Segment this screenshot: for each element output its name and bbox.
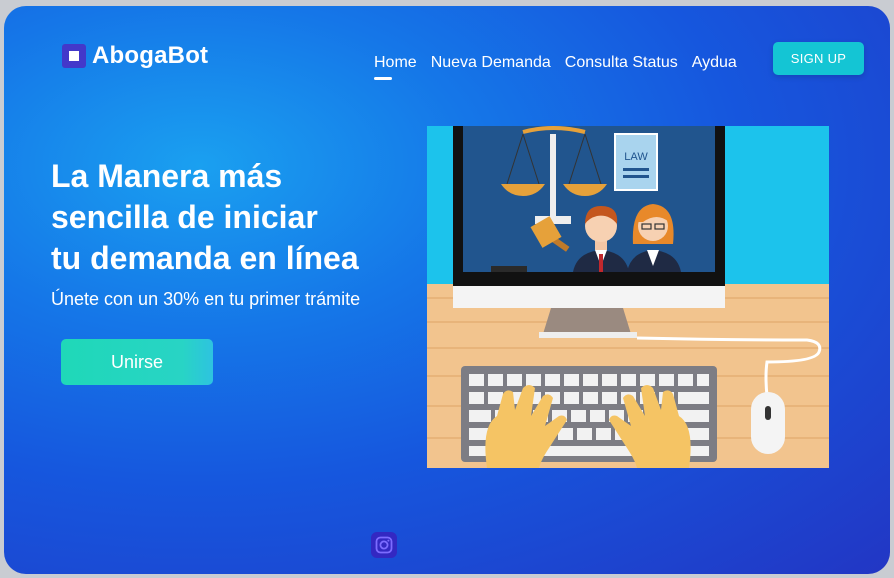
hero-subtitle: Únete con un 30% en tu primer trámite xyxy=(51,289,361,309)
brand[interactable]: AbogaBot xyxy=(62,42,208,70)
hero-title: La Manera más sencilla de iniciar tu dem… xyxy=(51,156,359,279)
main-nav: Home Nueva Demanda Consulta Status Aydua xyxy=(374,54,737,80)
law-book-icon: LAW xyxy=(614,133,658,191)
hero-title-line: sencilla de iniciar xyxy=(51,199,318,235)
nav-aydua[interactable]: Aydua xyxy=(692,54,737,72)
hero-title-line: La Manera más xyxy=(51,158,283,194)
lawyers-computer-illustration: LAW xyxy=(427,126,829,468)
nav-nueva-demanda[interactable]: Nueva Demanda xyxy=(431,54,551,72)
brand-name: AbogaBot xyxy=(92,42,209,69)
signup-button[interactable]: SIGN UP xyxy=(773,42,864,75)
instagram-icon[interactable] xyxy=(371,532,397,558)
square-logo-icon xyxy=(62,44,86,68)
law-badge-text: LAW xyxy=(624,151,648,163)
mouse-icon xyxy=(751,392,785,454)
instagram-glyph-icon xyxy=(375,536,393,554)
landing-page: AbogaBot Home Nueva Demanda Consulta Sta… xyxy=(4,6,890,574)
nav-consulta-status[interactable]: Consulta Status xyxy=(565,54,678,72)
join-button[interactable]: Unirse xyxy=(61,339,213,385)
hero-title-line: tu demanda en línea xyxy=(51,240,359,276)
nav-home[interactable]: Home xyxy=(374,54,417,80)
